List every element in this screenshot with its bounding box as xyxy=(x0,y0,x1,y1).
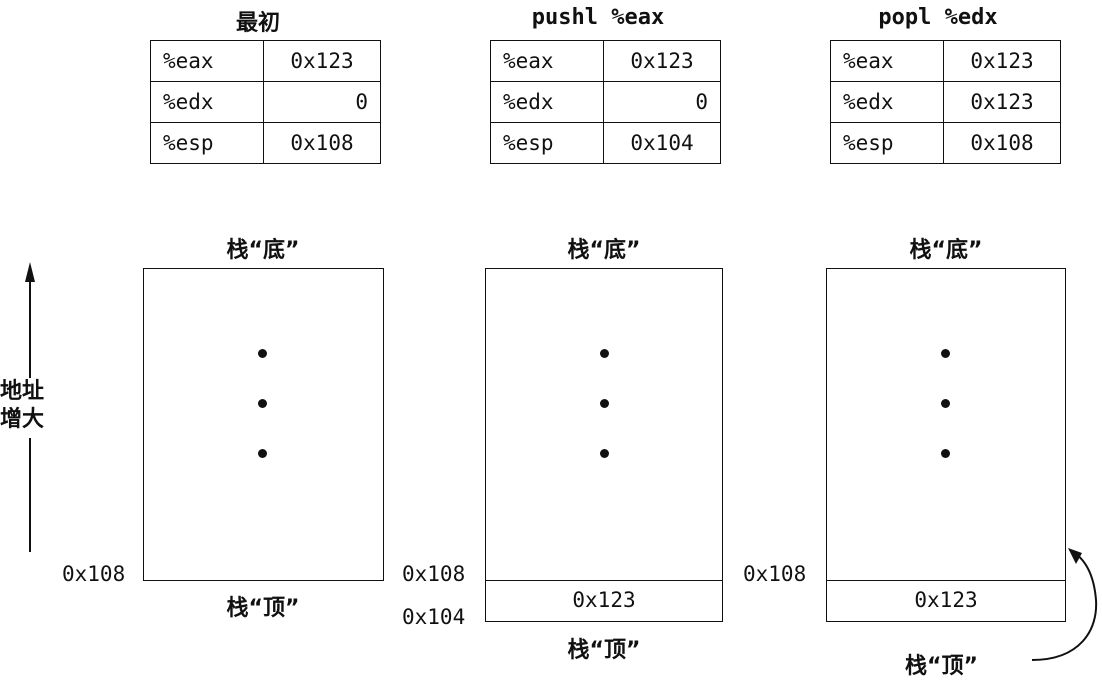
panel1-title: 最初 xyxy=(235,11,280,36)
panel3-stack xyxy=(826,268,1066,581)
panel3-address-0x108: 0x108 xyxy=(743,562,807,586)
register-name: %eax xyxy=(150,40,264,82)
table-row: %esp 0x108 xyxy=(150,122,381,164)
panel2-stack-top-label: 栈“顶” xyxy=(567,638,641,663)
register-name: %eax xyxy=(490,40,604,82)
panel1-stack xyxy=(143,268,384,581)
register-value: 0x108 xyxy=(263,122,381,164)
panel3-title: popl %edx xyxy=(878,5,998,30)
register-name: %esp xyxy=(830,122,944,164)
panel3-register-table: %eax 0x123 %edx 0x123 %esp 0x108 xyxy=(830,40,1061,164)
ellipsis-dot xyxy=(258,349,267,358)
register-value: 0 xyxy=(603,81,721,123)
panel2-address-0x104: 0x104 xyxy=(402,605,466,629)
register-value: 0x108 xyxy=(943,122,1061,164)
table-row: %eax 0x123 xyxy=(830,40,1061,82)
table-row: %eax 0x123 xyxy=(490,40,721,82)
panel2-address-0x108: 0x108 xyxy=(402,562,466,586)
table-row: %esp 0x104 xyxy=(490,122,721,164)
panel1-register-table: %eax 0x123 %edx 0 %esp 0x108 xyxy=(150,40,381,164)
ellipsis-dot xyxy=(258,399,267,408)
ellipsis-dot xyxy=(600,449,609,458)
table-row: %edx 0 xyxy=(490,81,721,123)
register-value: 0x104 xyxy=(603,122,721,164)
register-value: 0 xyxy=(263,81,381,123)
register-value: 0x123 xyxy=(943,40,1061,82)
table-row: %edx 0 xyxy=(150,81,381,123)
panel2-stack-bottom-label: 栈“底” xyxy=(567,238,641,263)
ellipsis-dot xyxy=(258,449,267,458)
ellipsis-dot xyxy=(941,399,950,408)
panel2-stack-cell: 0x123 xyxy=(485,580,723,622)
ellipsis-dot xyxy=(941,449,950,458)
axis-label: 地址 增大 xyxy=(0,378,60,434)
panel1-address-0x108: 0x108 xyxy=(62,562,126,586)
panel1-stack-bottom-label: 栈“底” xyxy=(226,238,300,263)
table-row: %eax 0x123 xyxy=(150,40,381,82)
panel2-title: pushl %eax xyxy=(531,5,665,30)
register-name: %eax xyxy=(830,40,944,82)
panel3-stack-cell: 0x123 xyxy=(826,580,1066,622)
table-row: %esp 0x108 xyxy=(830,122,1061,164)
panel3-stack-bottom-label: 栈“底” xyxy=(909,238,983,263)
register-name: %esp xyxy=(150,122,264,164)
register-value: 0x123 xyxy=(943,81,1061,123)
register-name: %esp xyxy=(490,122,604,164)
register-name: %edx xyxy=(490,81,604,123)
register-value: 0x123 xyxy=(603,40,721,82)
register-name: %edx xyxy=(150,81,264,123)
ellipsis-dot xyxy=(600,349,609,358)
axis-label-line1: 地址 xyxy=(0,379,45,404)
register-value: 0x123 xyxy=(263,40,381,82)
table-row: %edx 0x123 xyxy=(830,81,1061,123)
axis-label-line2: 增大 xyxy=(0,407,45,432)
panel2-register-table: %eax 0x123 %edx 0 %esp 0x104 xyxy=(490,40,721,164)
panel2-stack xyxy=(485,268,723,581)
panel3-stack-top-label: 栈“顶” xyxy=(905,654,978,679)
register-name: %edx xyxy=(830,81,944,123)
ellipsis-dot xyxy=(941,349,950,358)
panel1-stack-top-label: 栈“顶” xyxy=(226,596,300,621)
ellipsis-dot xyxy=(600,399,609,408)
